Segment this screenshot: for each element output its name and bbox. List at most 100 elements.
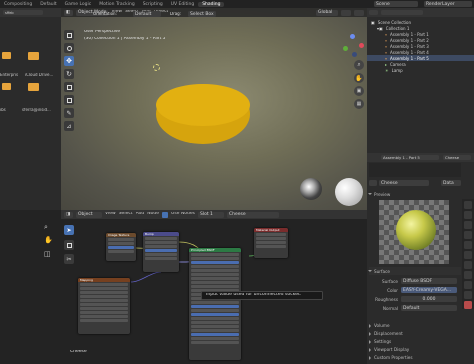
- node-socket-row: [80, 311, 128, 314]
- folder-icon[interactable]: [2, 52, 11, 59]
- proportional-edit-icon[interactable]: [354, 9, 364, 16]
- normal-dropdown[interactable]: Default: [401, 305, 457, 311]
- surface-section-header[interactable]: Surface: [368, 267, 461, 275]
- node-socket-row: [80, 287, 128, 290]
- cursor-tool-icon[interactable]: [64, 43, 74, 53]
- viewport-nav-icons: ⌕ ✋ ▣ ▦: [354, 60, 366, 109]
- node-socket-row: [80, 291, 128, 294]
- transform-orientation[interactable]: Global: [316, 9, 338, 16]
- collapse-icon: [369, 323, 371, 328]
- file-item-label[interactable]: Enterpris: [0, 73, 20, 77]
- node-socket-row: [191, 341, 239, 344]
- folder-icon[interactable]: [28, 52, 39, 60]
- view-icon[interactable]: ◫: [44, 250, 54, 260]
- physics-tab-icon[interactable]: [464, 281, 472, 289]
- node-image-texture[interactable]: Image Texture: [106, 233, 136, 261]
- object-tab-icon[interactable]: [464, 251, 472, 259]
- left-bottom-panel: ⌕ ✋ ◫: [0, 210, 61, 364]
- workspace-tab-motion-tracking[interactable]: Motion Tracking: [95, 2, 138, 7]
- node-mapping[interactable]: Mapping: [78, 278, 130, 334]
- constraints-tab-icon[interactable]: [464, 291, 472, 299]
- data-link-dropdown[interactable]: Data: [441, 180, 461, 186]
- outliner-row-label: Assembly 1 - Part 5: [390, 55, 429, 61]
- rotate-tool-icon[interactable]: ↻: [64, 69, 74, 79]
- workspace-tab-default[interactable]: Default: [36, 2, 60, 7]
- path-field[interactable]: sffeb: [3, 10, 43, 15]
- collapse-icon: [369, 331, 371, 336]
- node-socket-row: [191, 313, 239, 316]
- viewport-display-section-header[interactable]: Viewport Display: [369, 346, 461, 353]
- render-tab-icon[interactable]: [464, 211, 472, 219]
- custom-properties-section-header[interactable]: Custom Properties: [369, 354, 461, 361]
- material-browse-icon[interactable]: [369, 180, 377, 186]
- roughness-field[interactable]: 0.000: [401, 296, 457, 302]
- node-principled-bsdf[interactable]: Principled BSDF: [189, 248, 241, 360]
- tool-tab-icon[interactable]: [464, 201, 472, 209]
- select-box-tool-icon[interactable]: [64, 30, 74, 40]
- node-socket-row: [80, 307, 128, 310]
- surface-shader-dropdown[interactable]: Diffuse BSDF: [401, 278, 457, 284]
- perspective-toggle-icon[interactable]: ▦: [354, 99, 364, 109]
- color-texture-field[interactable]: EASY-Creamy-VEGA...: [401, 287, 457, 293]
- gizmo-z-axis[interactable]: [350, 34, 355, 39]
- orientation-dropdown[interactable]: Default: [133, 11, 161, 17]
- file-item-label[interactable]: iCloud Drive...: [25, 73, 61, 77]
- material-breadcrumb[interactable]: Cheese: [443, 155, 471, 160]
- camera-view-icon[interactable]: ▣: [354, 86, 364, 96]
- scale-tool-icon[interactable]: [64, 82, 74, 92]
- node-socket-row: [80, 315, 128, 318]
- outliner-row-label: Scene Collection: [377, 19, 412, 25]
- outliner-row[interactable]: ☀ Lamp: [367, 67, 474, 73]
- preview-section-header[interactable]: Preview: [368, 190, 461, 198]
- volume-section-header[interactable]: Volume: [369, 322, 461, 329]
- node-editor[interactable]: ◨ Object View Select Add Node Use Nodes …: [61, 210, 367, 364]
- node-socket-row: [191, 321, 239, 324]
- pan-icon[interactable]: ✋: [354, 73, 364, 83]
- workspace-tab-game-logic[interactable]: Game Logic: [61, 2, 96, 7]
- hdri-diffuse-sphere: [335, 178, 363, 206]
- file-item-label[interactable]: sferra@insid...: [22, 108, 61, 112]
- world-tab-icon[interactable]: [464, 241, 472, 249]
- drag-dropdown[interactable]: Select Box: [188, 11, 216, 17]
- transform-tool-icon[interactable]: [64, 95, 74, 105]
- annotate-tool-icon[interactable]: ✎: [64, 108, 74, 118]
- node-bump[interactable]: Bump: [143, 232, 179, 272]
- material-name-field[interactable]: Cheese: [379, 180, 429, 186]
- move-tool-icon[interactable]: ✥: [64, 56, 74, 66]
- scene-selector[interactable]: Scene: [374, 1, 418, 7]
- measure-tool-icon[interactable]: ⊿: [64, 121, 74, 131]
- zoom-icon[interactable]: ⌕: [354, 60, 364, 70]
- gizmo-y-axis[interactable]: [343, 46, 348, 51]
- section-label: Volume: [374, 323, 390, 328]
- folder-icon[interactable]: [2, 83, 11, 90]
- outliner-search[interactable]: [381, 10, 423, 15]
- node-material-output[interactable]: Material Output: [254, 228, 288, 258]
- object-breadcrumb[interactable]: Assembly 1 - Part 5: [381, 155, 439, 160]
- settings-section-header[interactable]: Settings: [369, 338, 461, 345]
- material-tab-icon[interactable]: [464, 301, 472, 309]
- editor-type-icon[interactable]: ◧: [64, 9, 73, 16]
- zoom-icon[interactable]: ⌕: [44, 223, 54, 233]
- light-icon[interactable]: [153, 64, 160, 71]
- editor-type-icon[interactable]: [369, 10, 378, 15]
- workspace-tab-shading[interactable]: Shading: [198, 1, 225, 7]
- material-slot-list[interactable]: [369, 163, 461, 177]
- folder-icon[interactable]: [28, 83, 39, 91]
- render-layer-selector[interactable]: RenderLayer: [424, 1, 472, 7]
- displacement-section-header[interactable]: Displacement: [369, 330, 461, 337]
- pan-icon[interactable]: ✋: [44, 236, 54, 246]
- snap-icon[interactable]: [341, 9, 351, 16]
- gizmo-x-axis[interactable]: [359, 43, 364, 48]
- cheese-disc-top[interactable]: [156, 84, 250, 126]
- particles-tab-icon[interactable]: [464, 271, 472, 279]
- scene-tab-icon[interactable]: [464, 231, 472, 239]
- roughness-row: Roughness 0.000: [369, 295, 461, 303]
- file-item-label[interactable]: ibs: [0, 108, 20, 112]
- workspace-tab-compositing[interactable]: Compositing: [0, 2, 36, 7]
- output-tab-icon[interactable]: [464, 221, 472, 229]
- navigation-gizmo[interactable]: [340, 34, 364, 58]
- workspace-tab-uv-editing[interactable]: UV Editing: [167, 2, 198, 7]
- gizmo-neg-z-axis[interactable]: [352, 52, 357, 57]
- workspace-tab-scripting[interactable]: Scripting: [139, 2, 167, 7]
- modifiers-tab-icon[interactable]: [464, 261, 472, 269]
